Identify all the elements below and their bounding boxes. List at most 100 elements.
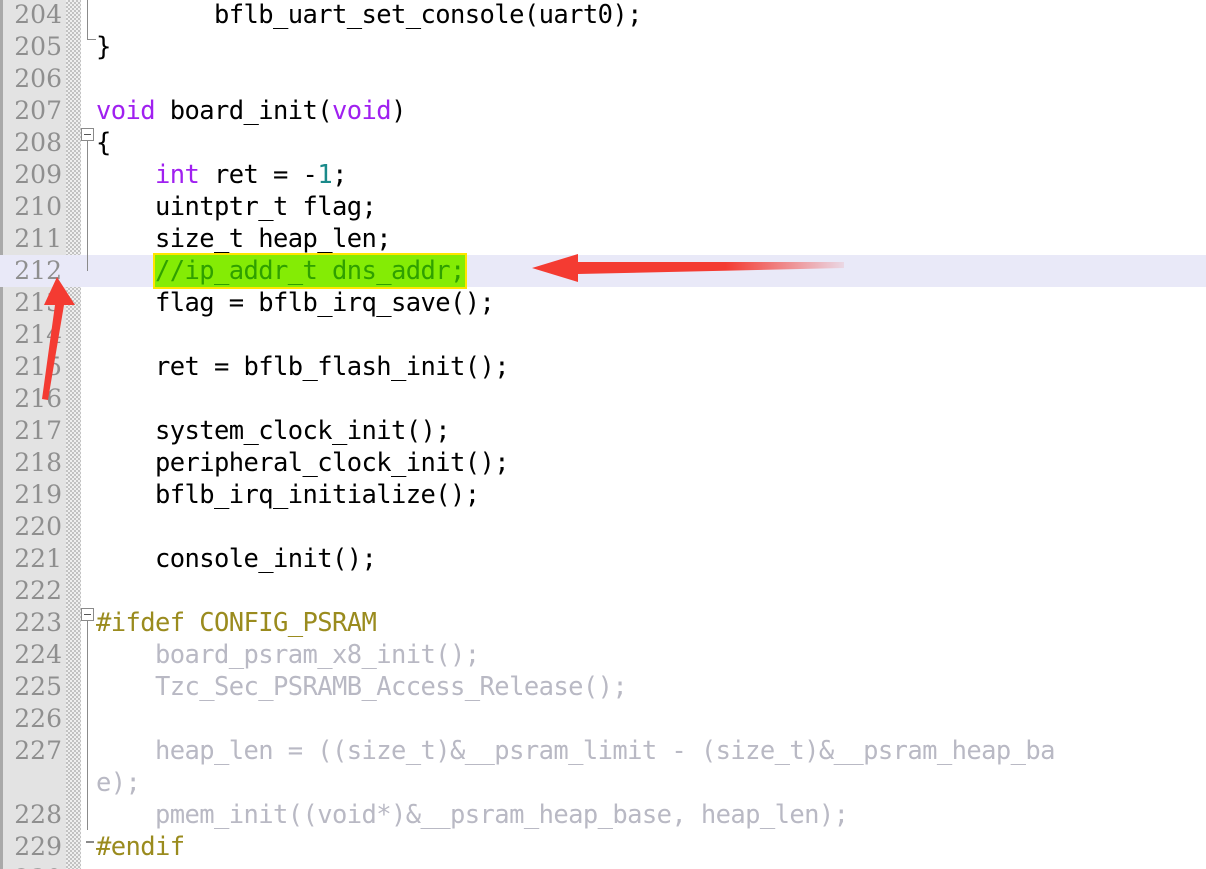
code-text[interactable]: bflb_irq_initialize(); <box>96 479 480 511</box>
code-line[interactable]: 214 <box>0 319 1206 351</box>
code-line[interactable]: 230 <box>0 863 1206 869</box>
code-line[interactable]: 210 uintptr_t flag; <box>0 191 1206 223</box>
fold-line-223 <box>87 621 88 830</box>
code-line[interactable]: 216 <box>0 383 1206 415</box>
code-text[interactable]: flag = bflb_irq_save(); <box>96 287 495 319</box>
code-line[interactable]: 227 heap_len = ((size_t)&__psram_limit -… <box>0 735 1206 767</box>
code-line[interactable]: 223 #ifdef CONFIG_PSRAM <box>0 607 1206 639</box>
code-text[interactable]: board_psram_x8_init(); <box>96 639 480 671</box>
line-number[interactable]: 205 <box>0 31 62 63</box>
code-line[interactable]: 211 size_t heap_len; <box>0 223 1206 255</box>
code-line[interactable]: 207 void board_init(void) <box>0 95 1206 127</box>
code-text[interactable]: e); <box>96 767 141 799</box>
code-line[interactable]: 212 //ip_addr_t dns_addr; <box>0 255 1206 287</box>
code-line[interactable]: 224 board_psram_x8_init(); <box>0 639 1206 671</box>
code-text[interactable]: console_init(); <box>96 543 377 575</box>
code-text[interactable]: size_t heap_len; <box>96 223 392 255</box>
code-line[interactable]: 209 int ret = -1; <box>0 159 1206 191</box>
code-line[interactable]: 222 <box>0 575 1206 607</box>
fold-toggle-223[interactable] <box>81 608 94 621</box>
line-number[interactable]: 224 <box>0 639 62 671</box>
code-token: board_init( <box>155 96 333 126</box>
code-token: ) <box>391 96 406 126</box>
line-number[interactable]: 208 <box>0 127 62 159</box>
code-token: Tzc_Sec_PSRAMB_Access_Release(); <box>96 672 628 702</box>
code-text[interactable]: uintptr_t flag; <box>96 191 377 223</box>
line-number[interactable]: 225 <box>0 671 62 703</box>
line-number[interactable]: 229 <box>0 831 62 863</box>
code-line[interactable]: 225 Tzc_Sec_PSRAMB_Access_Release(); <box>0 671 1206 703</box>
code-token: peripheral_clock_init(); <box>96 448 510 478</box>
line-number[interactable]: 230 <box>0 863 62 869</box>
code-token: } <box>96 32 111 62</box>
line-number[interactable]: 218 <box>0 447 62 479</box>
code-token: #endif <box>96 832 185 862</box>
code-editor[interactable]: 204 bflb_uart_set_console(uart0); 205} 206… <box>0 0 1206 869</box>
line-number[interactable]: 214 <box>0 319 62 351</box>
code-line[interactable]: 208 { <box>0 127 1206 159</box>
line-number[interactable]: 219 <box>0 479 62 511</box>
code-line[interactable]: 217 system_clock_init(); <box>0 415 1206 447</box>
code-token: ret = - <box>199 160 318 190</box>
line-number[interactable]: 227 <box>0 735 62 767</box>
code-token: ; <box>332 160 347 190</box>
line-number[interactable]: 216 <box>0 383 62 415</box>
code-text[interactable]: //ip_addr_t dns_addr; <box>96 255 465 287</box>
code-line-wrapped[interactable]: e); <box>0 767 1206 799</box>
code-line[interactable]: 206 <box>0 63 1206 95</box>
line-number[interactable]: 204 <box>0 0 62 31</box>
line-number[interactable]: 207 <box>0 95 62 127</box>
code-line[interactable]: 226 <box>0 703 1206 735</box>
line-number[interactable]: 206 <box>0 63 62 95</box>
code-token: size_t heap_len; <box>96 224 392 254</box>
code-token: ret = bflb_flash_init(); <box>96 352 510 382</box>
code-line[interactable]: 204 bflb_uart_set_console(uart0); <box>0 0 1206 31</box>
line-number[interactable]: 211 <box>0 223 62 255</box>
code-text[interactable]: Tzc_Sec_PSRAMB_Access_Release(); <box>96 671 628 703</box>
code-text[interactable]: } <box>96 31 111 63</box>
fold-toggle-208[interactable] <box>81 128 94 141</box>
line-number[interactable]: 223 <box>0 607 62 639</box>
code-token: system_clock_init(); <box>96 416 451 446</box>
code-line[interactable]: 213 flag = bflb_irq_save(); <box>0 287 1206 319</box>
line-number[interactable]: 210 <box>0 191 62 223</box>
code-line[interactable]: 220 <box>0 511 1206 543</box>
code-text[interactable]: ret = bflb_flash_init(); <box>96 351 510 383</box>
line-number[interactable]: 213 <box>0 287 62 319</box>
code-line[interactable]: 218 peripheral_clock_init(); <box>0 447 1206 479</box>
code-text[interactable]: pmem_init((void*)&__psram_heap_base, hea… <box>96 799 849 831</box>
code-text[interactable]: void board_init(void) <box>96 95 406 127</box>
code-text[interactable]: peripheral_clock_init(); <box>96 447 510 479</box>
code-text[interactable]: int ret = -1; <box>96 159 347 191</box>
code-line[interactable]: 229 #endif <box>0 831 1206 863</box>
code-token: e); <box>96 768 141 798</box>
line-number[interactable]: 209 <box>0 159 62 191</box>
code-line[interactable]: 215 ret = bflb_flash_init(); <box>0 351 1206 383</box>
line-number[interactable]: 228 <box>0 799 62 831</box>
code-token: 1 <box>317 160 333 190</box>
line-number[interactable]: 220 <box>0 511 62 543</box>
code-text[interactable]: system_clock_init(); <box>96 415 451 447</box>
code-line[interactable]: 221 console_init(); <box>0 543 1206 575</box>
line-number[interactable]: 215 <box>0 351 62 383</box>
line-number[interactable]: 221 <box>0 543 62 575</box>
line-number[interactable]: 226 <box>0 703 62 735</box>
line-number[interactable]: 222 <box>0 575 62 607</box>
code-text[interactable]: #endif <box>96 831 185 863</box>
code-text[interactable]: { <box>96 127 111 159</box>
line-number[interactable]: 212 <box>0 255 62 287</box>
code-line[interactable]: 205} <box>0 31 1206 63</box>
code-token: console_init(); <box>96 544 377 574</box>
code-token: void <box>332 96 392 126</box>
code-line[interactable]: 219 bflb_irq_initialize(); <box>0 479 1206 511</box>
code-text[interactable]: #ifdef CONFIG_PSRAM <box>96 607 377 639</box>
line-number[interactable]: 217 <box>0 415 62 447</box>
code-text[interactable]: heap_len = ((size_t)&__psram_limit - (si… <box>96 735 1056 767</box>
code-text[interactable]: bflb_uart_set_console(uart0); <box>96 0 642 31</box>
code-token: heap_len = ((size_t)&__psram_limit - (si… <box>96 736 1056 766</box>
code-line[interactable]: 228 pmem_init((void*)&__psram_heap_base,… <box>0 799 1206 831</box>
code-token: #ifdef CONFIG_PSRAM <box>96 608 377 638</box>
code-token: bflb_irq_initialize(); <box>96 480 480 510</box>
